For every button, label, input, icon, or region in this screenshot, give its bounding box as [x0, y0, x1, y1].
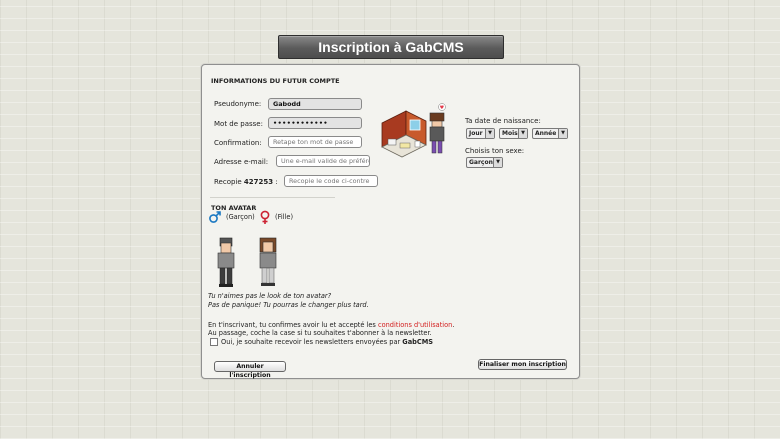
terms-prefix: En t'inscrivant, tu confirmes avoir lu e… — [208, 321, 378, 329]
confirm-label: Confirmation: — [214, 139, 262, 147]
male-avatar[interactable] — [214, 237, 238, 289]
male-symbol-icon[interactable] — [208, 210, 222, 224]
registration-panel: INFORMATIONS DU FUTUR COMPTE Pseudonyme:… — [201, 64, 580, 379]
chevron-down-icon: ▼ — [493, 158, 502, 167]
captcha-input[interactable]: Recopie le code ci-contre — [284, 175, 378, 187]
captcha-label-text: Recopie — [214, 178, 242, 186]
svg-text:♥: ♥ — [440, 105, 445, 111]
birth-year-value: Année — [535, 130, 557, 137]
captcha-label: Recopie 427253 : — [214, 178, 278, 186]
birth-day-value: Jour — [469, 130, 483, 137]
account-info-heading: INFORMATIONS DU FUTUR COMPTE — [211, 77, 340, 85]
newsletter-brand: GabCMS — [402, 338, 434, 346]
sex-label: Choisis ton sexe: — [465, 147, 525, 155]
chevron-down-icon: ▼ — [518, 129, 527, 138]
newsletter-text: Oui, je souhaite recevoir les newsletter… — [221, 338, 403, 346]
cancel-button[interactable]: Annuler l'inscription — [214, 361, 286, 379]
terms-link[interactable]: conditions d'utilisation — [378, 321, 452, 329]
divider — [210, 197, 335, 198]
newsletter-label: Oui, je souhaite recevoir les newsletter… — [221, 338, 433, 346]
newsletter-checkbox[interactable] — [210, 338, 218, 346]
birth-month-select[interactable]: Mois ▼ — [499, 128, 528, 139]
terms-suffix: . — [452, 321, 455, 329]
female-symbol-icon[interactable] — [259, 210, 271, 225]
female-label: (Fille) — [275, 213, 294, 221]
male-label: (Garçon) — [226, 213, 255, 221]
email-input[interactable]: Une e-mail valide de préférence — [276, 155, 370, 167]
pseudo-input[interactable]: Gabodd — [268, 98, 362, 110]
birthdate-label: Ta date de naissance: — [465, 117, 541, 125]
password-label: Mot de passe: — [214, 120, 263, 128]
sex-select[interactable]: Garçon ▼ — [466, 157, 503, 168]
pseudo-label: Pseudonyme: — [214, 100, 262, 108]
password-input[interactable]: •••••••••••• — [268, 117, 362, 129]
confirm-password-input[interactable]: Retape ton mot de passe — [268, 136, 362, 148]
email-label: Adresse e-mail: — [214, 158, 269, 166]
birth-month-value: Mois — [502, 130, 518, 137]
birth-year-select[interactable]: Année ▼ — [532, 128, 568, 139]
terms-line2: Au passage, coche la case si tu souhaite… — [208, 329, 432, 337]
birth-day-select[interactable]: Jour ▼ — [466, 128, 495, 139]
avatar-hint-line1: Tu n'aimes pas le look de ton avatar? — [208, 292, 332, 300]
female-avatar[interactable] — [256, 237, 280, 289]
sex-value: Garçon — [469, 159, 493, 166]
page-title: Inscription à GabCMS — [278, 35, 504, 59]
submit-button[interactable]: Finaliser mon inscription — [478, 359, 567, 370]
captcha-code: 427253 — [243, 178, 274, 186]
avatar-hint-line2: Pas de panique! Tu pourras le changer pl… — [208, 301, 369, 309]
room-illustration: ♥ — [381, 103, 446, 158]
terms-line1: En t'inscrivant, tu confirmes avoir lu e… — [208, 321, 454, 329]
chevron-down-icon: ▼ — [558, 129, 567, 138]
captcha-colon: : — [275, 178, 278, 186]
chevron-down-icon: ▼ — [485, 129, 494, 138]
